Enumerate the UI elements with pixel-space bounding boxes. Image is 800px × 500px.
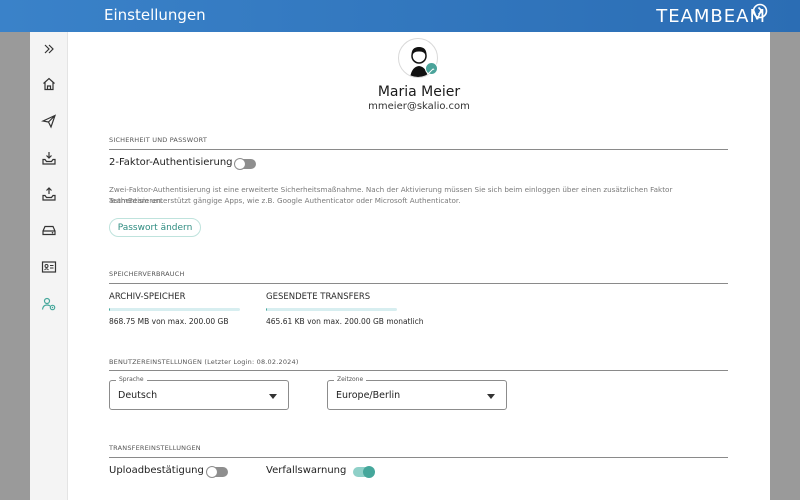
left-edge — [0, 32, 30, 500]
language-select-label: Sprache — [116, 376, 147, 383]
divider — [109, 149, 728, 150]
upload-confirmation-toggle[interactable] — [206, 466, 228, 478]
language-select[interactable]: Sprache Deutsch — [109, 376, 289, 410]
archive-storage-usage: 868.75 MB von max. 200.00 GB — [109, 317, 229, 326]
user-settings-icon — [41, 297, 56, 311]
app-header: Einstellungen TEAMBEAM — [0, 0, 800, 32]
language-select-value: Deutsch — [118, 390, 158, 401]
storage-section-title: SPEICHERVERBRAUCH — [109, 270, 185, 278]
settings-content: Maria Meier mmeier@skalio.com SICHERHEIT… — [68, 32, 770, 500]
user-email: mmeier@skalio.com — [368, 101, 470, 112]
expand-icon — [44, 44, 54, 54]
caret-down-icon — [487, 394, 495, 399]
archive-storage-fill — [109, 308, 110, 311]
inbox-upload-icon — [42, 187, 56, 201]
divider — [109, 283, 728, 284]
sent-transfers-title: GESENDETE TRANSFERS — [266, 292, 371, 302]
divider — [109, 457, 728, 458]
timezone-select[interactable]: Zeitzone Europe/Berlin — [327, 376, 507, 410]
sidebar-item-contacts[interactable] — [30, 255, 68, 279]
sent-transfers-bar — [266, 308, 397, 311]
sidebar-expand[interactable] — [30, 37, 68, 61]
user-name: Maria Meier — [377, 84, 461, 100]
expiry-warning-label: Verfallswarnung — [266, 465, 347, 476]
transfer-settings-section-title: TRANSFEREINSTELLUNGEN — [109, 444, 201, 452]
page-title: Einstellungen — [104, 6, 206, 24]
sidebar-item-received[interactable] — [30, 146, 68, 170]
inbox-download-icon — [42, 152, 56, 165]
edit-avatar-button[interactable] — [425, 62, 438, 75]
home-icon — [43, 77, 55, 91]
expiry-warning-toggle[interactable] — [353, 466, 375, 478]
timezone-select-value: Europe/Berlin — [336, 390, 401, 401]
send-icon — [41, 114, 57, 129]
archive-storage-bar — [109, 308, 240, 311]
upload-confirmation-label: Uploadbestätigung — [109, 465, 204, 476]
user-settings-section-title: BENUTZEREINSTELLUNGEN (Letzter Login: 08… — [109, 358, 299, 366]
two-factor-description-2: TeamBeam unterstützt gängige Apps, wie z… — [109, 196, 461, 205]
divider — [109, 370, 728, 371]
two-factor-label: 2-Faktor-Authentisierung — [109, 157, 233, 168]
sidebar-item-home[interactable] — [30, 72, 68, 96]
sidebar-item-sent[interactable] — [30, 182, 68, 206]
two-factor-toggle[interactable] — [234, 158, 256, 170]
pencil-icon — [428, 68, 435, 74]
timezone-select-label: Zeitzone — [334, 376, 367, 383]
change-password-button[interactable]: Passwort ändern — [109, 218, 201, 237]
contact-card-icon — [41, 261, 57, 273]
sent-transfers-usage: 465.61 KB von max. 200.00 GB monatlich — [266, 317, 424, 326]
security-section-title: SICHERHEIT UND PASSWORT — [109, 136, 208, 144]
caret-down-icon — [269, 394, 277, 399]
sidebar — [30, 32, 68, 500]
brand-arrow-icon — [752, 3, 768, 19]
storage-drive-icon — [42, 225, 56, 236]
sidebar-item-storage[interactable] — [30, 218, 68, 242]
sidebar-item-user-settings[interactable] — [30, 292, 68, 316]
archive-storage-title: ARCHIV-SPEICHER — [109, 292, 186, 302]
sidebar-item-send[interactable] — [30, 109, 68, 133]
brand-logo: TEAMBEAM — [656, 6, 766, 27]
right-edge — [770, 32, 800, 500]
